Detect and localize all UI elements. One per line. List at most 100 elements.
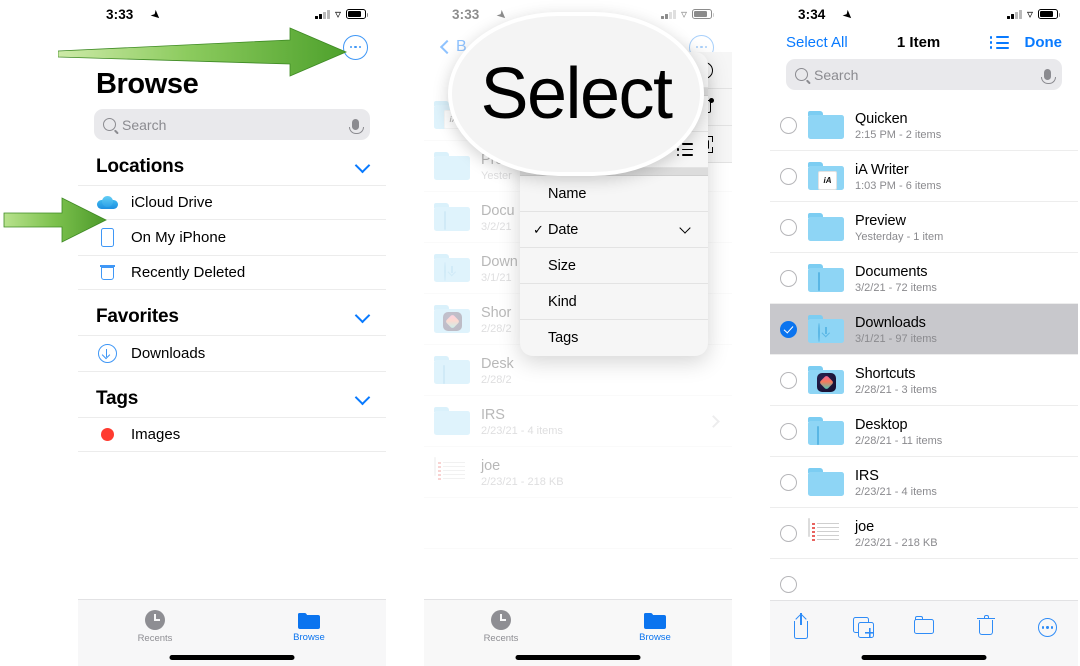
section-title: Tags — [96, 388, 139, 409]
cellular-signal-icon — [315, 9, 330, 19]
list-item[interactable] — [424, 498, 732, 549]
search-input[interactable]: Search — [786, 59, 1062, 90]
phone-panel-view-menu: 3:33 ➤ ▿ B iA iA Wr 1:03 PM — [424, 0, 732, 666]
file-meta: 2/23/21 - 218 KB — [481, 475, 564, 488]
select-all-button[interactable]: Select All — [786, 34, 848, 51]
list-item[interactable]: IRS 2/23/21 - 4 items — [424, 396, 732, 447]
menu-item-label: Size — [548, 257, 576, 274]
chevron-down-icon — [675, 221, 695, 234]
table-row[interactable]: joe 2/23/21 - 218 KB — [770, 508, 1078, 559]
file-name: Shortcuts — [855, 365, 916, 382]
row-checkbox[interactable] — [780, 422, 797, 440]
table-row[interactable]: Quicken 2:15 PM - 2 items — [770, 100, 1078, 151]
search-placeholder: Search — [122, 116, 167, 133]
home-indicator — [169, 655, 295, 660]
section-header-favorites[interactable]: Favorites — [78, 290, 386, 335]
file-meta: 2/28/21 - 3 items — [855, 383, 937, 396]
location-arrow-icon: ➤ — [147, 6, 165, 24]
status-time: 3:34 — [798, 7, 826, 22]
select-callout-text: Select — [480, 54, 673, 134]
table-row[interactable]: Preview Yesterday - 1 item — [770, 202, 1078, 253]
row-checkbox[interactable] — [780, 320, 797, 338]
row-checkbox[interactable] — [780, 473, 797, 491]
file-name: iA Writer — [855, 161, 909, 178]
phone-panel-browse: 3:33 ➤ ▿ Browse Search Locations iCloud … — [78, 0, 386, 666]
move-to-folder-icon[interactable] — [907, 613, 941, 641]
clock-icon — [491, 610, 511, 630]
trash-icon[interactable] — [969, 613, 1003, 641]
row-checkbox[interactable] — [780, 524, 797, 542]
folder-plain-icon — [434, 152, 470, 180]
file-name: IRS — [481, 406, 505, 423]
chevron-down-icon[interactable] — [354, 157, 371, 173]
sidebar-item-label: Images — [131, 426, 181, 443]
tab-bar: Recents Browse — [424, 599, 732, 666]
chevron-down-icon[interactable] — [354, 389, 371, 405]
sidebar-item-label: On My iPhone — [131, 229, 227, 246]
menu-item-label: Kind — [548, 293, 577, 310]
folder-desktop-icon — [808, 417, 844, 445]
sidebar-item-recently-deleted[interactable]: Recently Deleted — [78, 256, 386, 290]
file-meta: 2/23/21 - 218 KB — [855, 536, 938, 549]
chevron-down-icon[interactable] — [354, 307, 371, 323]
row-checkbox[interactable] — [780, 218, 797, 236]
table-row[interactable]: Shortcuts 2/28/21 - 3 items — [770, 355, 1078, 406]
section-header-locations[interactable]: Locations — [78, 140, 386, 185]
menu-item-kind[interactable]: Kind — [520, 284, 708, 320]
file-meta: 2:15 PM - 2 items — [855, 128, 942, 141]
selected-count: 1 Item — [896, 34, 941, 51]
file-meta: 3/2/21 - 72 items — [855, 281, 937, 294]
menu-item-size[interactable]: Size — [520, 248, 708, 284]
folder-plain-icon — [434, 407, 470, 435]
microphone-icon[interactable] — [349, 119, 364, 134]
folder-downloads-icon — [434, 254, 470, 282]
duplicate-icon[interactable] — [845, 613, 879, 641]
search-icon — [103, 118, 116, 131]
folder-downloads-icon — [808, 315, 844, 343]
sidebar-item-icloud-drive[interactable]: iCloud Drive — [78, 185, 386, 220]
file-list: Quicken 2:15 PM - 2 items iA iA Writer 1… — [770, 100, 1078, 610]
table-row[interactable]: Downloads 3/1/21 - 97 items — [770, 304, 1078, 355]
select-magnifier-callout: Select — [448, 12, 704, 176]
row-checkbox[interactable] — [780, 167, 797, 185]
cellular-signal-icon — [661, 9, 676, 19]
sidebar-item-on-my-iphone[interactable]: On My iPhone — [78, 220, 386, 256]
list-view-icon[interactable] — [989, 36, 1009, 49]
share-icon[interactable] — [784, 613, 818, 641]
file-meta: 1:03 PM - 6 items — [855, 179, 942, 192]
battery-icon — [346, 9, 369, 19]
selection-action-toolbar — [770, 600, 1078, 666]
file-meta: 2/28/2 — [481, 373, 512, 386]
done-button[interactable]: Done — [1025, 34, 1063, 51]
menu-item-date[interactable]: ✓ Date — [520, 212, 708, 248]
menu-item-tags[interactable]: Tags — [520, 320, 708, 356]
microphone-icon[interactable] — [1041, 69, 1056, 84]
file-name: Documents — [855, 263, 928, 280]
tab-bar: Recents Browse — [78, 599, 386, 666]
row-checkbox[interactable] — [780, 575, 797, 593]
table-row[interactable]: IRS 2/23/21 - 4 items — [770, 457, 1078, 508]
file-meta: 3/1/21 - 97 items — [855, 332, 937, 345]
menu-item-label: Date — [548, 221, 579, 238]
sidebar-item-images-tag[interactable]: Images — [78, 417, 386, 452]
file-meta: 2/23/21 - 4 items — [481, 424, 563, 437]
sidebar-item-downloads[interactable]: Downloads — [78, 335, 386, 372]
clock-icon — [145, 610, 165, 630]
table-row[interactable]: Documents 3/2/21 - 72 items — [770, 253, 1078, 304]
tab-label: Browse — [639, 631, 671, 643]
row-checkbox[interactable] — [780, 371, 797, 389]
table-row[interactable]: iA iA Writer 1:03 PM - 6 items — [770, 151, 1078, 202]
menu-item-name[interactable]: Name — [520, 176, 708, 212]
section-header-tags[interactable]: Tags — [78, 372, 386, 417]
folder-documents-icon — [808, 264, 844, 292]
table-row[interactable]: Desktop 2/28/21 - 11 items — [770, 406, 1078, 457]
search-input[interactable]: Search — [94, 109, 370, 140]
row-checkbox[interactable] — [780, 269, 797, 287]
tab-label: Recents — [137, 633, 173, 644]
file-name: Desktop — [855, 416, 908, 433]
more-circle-icon[interactable] — [1030, 613, 1064, 641]
file-name: Preview — [855, 212, 906, 229]
list-item[interactable]: joe 2/23/21 - 218 KB — [424, 447, 732, 498]
wifi-icon: ▿ — [1026, 7, 1033, 21]
row-checkbox[interactable] — [780, 116, 797, 134]
